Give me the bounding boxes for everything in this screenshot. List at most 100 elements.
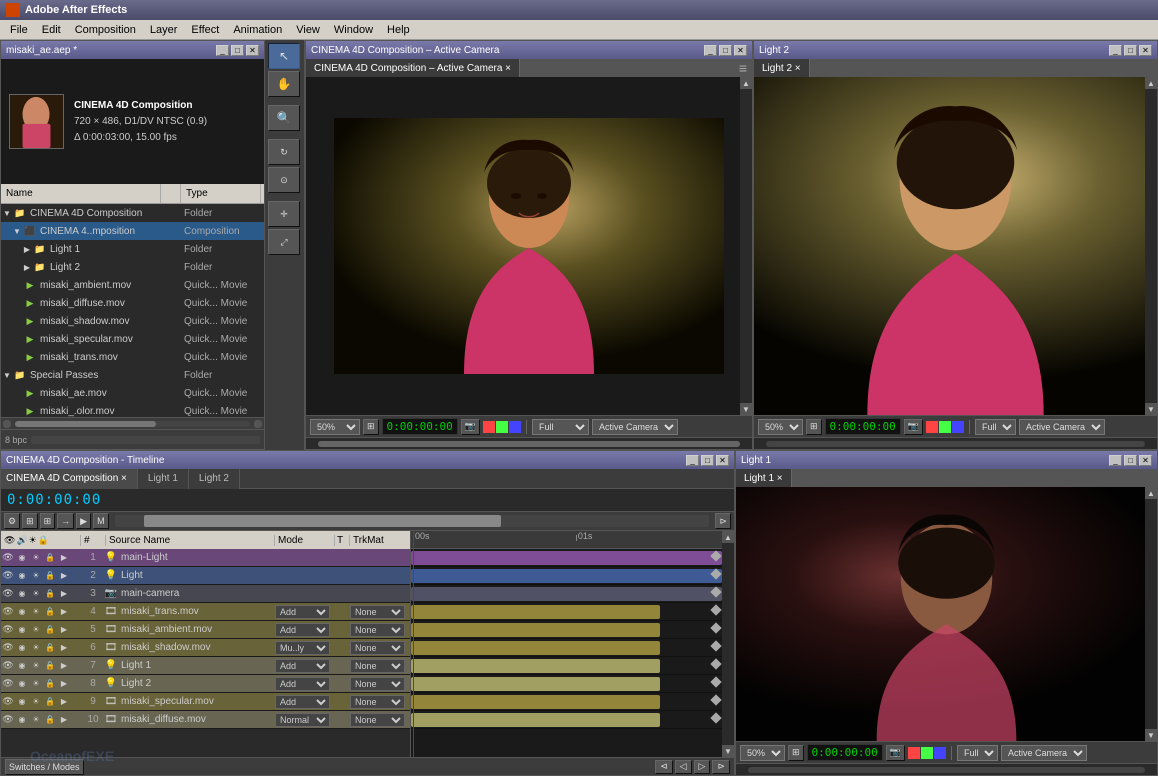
- l1-scroll-down[interactable]: ▼: [1145, 729, 1157, 741]
- layer-mode-4[interactable]: Add NormalAddMultiply: [275, 605, 335, 619]
- layer-mode-7[interactable]: Add NormalAddMultiply: [275, 659, 335, 673]
- layer-row[interactable]: 👁 ◉ ☀ 🔒 ▶ 8 💡 Light 2 Add NormalAddMulti…: [1, 675, 410, 693]
- solo-toggle-8[interactable]: ☀: [29, 677, 43, 691]
- file-item[interactable]: ▶ 📁 Light 1 Folder: [1, 240, 264, 258]
- layer-mode-8[interactable]: Add NormalAddMultiply: [275, 677, 335, 691]
- scroll-up[interactable]: ▲: [740, 77, 752, 89]
- file-item[interactable]: ▼ 📁 CINEMA 4D Composition Folder: [1, 204, 264, 222]
- track-scrollbar-v[interactable]: ▲ ▼: [722, 531, 734, 757]
- tl-tool5[interactable]: ▶: [76, 513, 91, 529]
- timeline-tab-2[interactable]: Light 2: [189, 469, 240, 489]
- collapse-3[interactable]: ▶: [57, 587, 71, 601]
- track-bar-8[interactable]: [411, 677, 660, 691]
- snap-btn[interactable]: 📷: [461, 419, 480, 435]
- solo-toggle-4[interactable]: ☀: [29, 605, 43, 619]
- l1-scroll-up[interactable]: ▲: [1145, 487, 1157, 499]
- l1-snap-btn[interactable]: 📷: [886, 745, 905, 761]
- l2-scroll-up[interactable]: ▲: [1145, 77, 1157, 89]
- vis-toggle-3[interactable]: 👁: [1, 587, 15, 601]
- tl-close[interactable]: ✕: [716, 455, 729, 466]
- timeline-scroll-indicator[interactable]: [115, 515, 710, 527]
- file-item[interactable]: ▼ 📁 Special Passes Folder: [1, 366, 264, 384]
- trkmat-select-9[interactable]: None: [350, 695, 405, 709]
- vis-toggle-7[interactable]: 👁: [1, 659, 15, 673]
- menu-effect[interactable]: Effect: [185, 21, 225, 39]
- light2-scrollbar-v[interactable]: ▲ ▼: [1145, 77, 1157, 415]
- file-item[interactable]: ▶ misaki_.olor.mov Quick... Movie: [1, 402, 264, 417]
- expand-1[interactable]: [71, 551, 83, 565]
- l2-close[interactable]: ✕: [1139, 45, 1152, 56]
- solo-toggle-5[interactable]: ☀: [29, 623, 43, 637]
- lock-toggle-10[interactable]: 🔒: [43, 713, 57, 727]
- vis-toggle-5[interactable]: 👁: [1, 623, 15, 637]
- move-tool[interactable]: ✛: [268, 201, 300, 227]
- layer-row[interactable]: 👁 ◉ ☀ 🔒 ▶ 10 🎞 misaki_diffuse.mov Normal…: [1, 711, 410, 729]
- project-file-list[interactable]: ▼ 📁 CINEMA 4D Composition Folder ▼ ⬛ CIN…: [1, 204, 264, 417]
- l2-minimize[interactable]: _: [1109, 45, 1122, 56]
- vis-toggle-4[interactable]: 👁: [1, 605, 15, 619]
- file-item[interactable]: ▶ 📁 Light 2 Folder: [1, 258, 264, 276]
- track-bar-10[interactable]: [411, 713, 660, 727]
- lock-toggle-9[interactable]: 🔒: [43, 695, 57, 709]
- audio-toggle-9[interactable]: ◉: [15, 695, 29, 709]
- lock-toggle-5[interactable]: 🔒: [43, 623, 57, 637]
- light2-inner-tab[interactable]: Light 2 ×: [754, 59, 810, 77]
- vis-toggle-10[interactable]: 👁: [1, 713, 15, 727]
- light1-scrollbar-v[interactable]: ▲ ▼: [1145, 487, 1157, 741]
- audio-toggle-2[interactable]: ◉: [15, 569, 29, 583]
- expand-7[interactable]: [71, 659, 83, 673]
- solo-toggle-6[interactable]: ☀: [29, 641, 43, 655]
- fit-btn[interactable]: ⊞: [363, 419, 379, 435]
- solo-toggle-10[interactable]: ☀: [29, 713, 43, 727]
- l2-blue-ch[interactable]: [952, 421, 964, 433]
- l1-quality-select[interactable]: Full: [957, 745, 998, 761]
- audio-toggle-8[interactable]: ◉: [15, 677, 29, 691]
- expand-6[interactable]: [71, 641, 83, 655]
- vis-toggle-1[interactable]: 👁: [1, 551, 15, 565]
- track-row[interactable]: [411, 585, 722, 603]
- comp-scrollbar-v[interactable]: ▲ ▼: [740, 77, 752, 415]
- trkmat-select-7[interactable]: None: [350, 659, 405, 673]
- vis-toggle-2[interactable]: 👁: [1, 569, 15, 583]
- lock-toggle-4[interactable]: 🔒: [43, 605, 57, 619]
- l2-scroll-down[interactable]: ▼: [1145, 403, 1157, 415]
- light1-inner-tab[interactable]: Light 1 ×: [736, 469, 792, 487]
- layer-trkmat-10[interactable]: None: [350, 713, 410, 727]
- collapse-5[interactable]: ▶: [57, 623, 71, 637]
- track-scroll-down[interactable]: ▼: [722, 745, 734, 757]
- rotate-tool[interactable]: ↻: [268, 139, 300, 165]
- play-fwd-btn[interactable]: ⊳: [712, 760, 730, 774]
- audio-toggle-3[interactable]: ◉: [15, 587, 29, 601]
- track-scroll-track[interactable]: [722, 543, 734, 745]
- file-item[interactable]: ▶ misaki_diffuse.mov Quick... Movie: [1, 294, 264, 312]
- l1-timecode[interactable]: 0:00:00:00: [807, 744, 883, 761]
- col-type[interactable]: Type: [181, 184, 261, 203]
- layer-mode-10[interactable]: Normal NormalAddMultiply: [275, 713, 335, 727]
- layer-row[interactable]: 👁 ◉ ☀ 🔒 ▶ 3 📷 main-camera: [1, 585, 410, 603]
- collapse-10[interactable]: ▶: [57, 713, 71, 727]
- layer-trkmat-6[interactable]: None: [350, 641, 410, 655]
- l1-red-ch[interactable]: [908, 747, 920, 759]
- mode-select-7[interactable]: Add NormalAddMultiply: [275, 659, 330, 673]
- mode-select-9[interactable]: Add NormalAddMultiply: [275, 695, 330, 709]
- zoom-tool[interactable]: 🔍: [268, 105, 300, 131]
- camera-select[interactable]: Active Camera: [592, 419, 678, 435]
- tl-tool4[interactable]: →: [57, 513, 74, 529]
- vis-toggle-9[interactable]: 👁: [1, 695, 15, 709]
- track-rows[interactable]: [411, 549, 722, 757]
- tl-minimize[interactable]: _: [686, 455, 699, 466]
- track-bar-9[interactable]: [411, 695, 660, 709]
- scroll-track[interactable]: [740, 89, 752, 403]
- collapse-9[interactable]: ▶: [57, 695, 71, 709]
- next-frame-btn[interactable]: ▷: [694, 760, 711, 774]
- hand-tool[interactable]: ✋: [268, 71, 300, 97]
- track-row[interactable]: [411, 639, 722, 657]
- layer-trkmat-5[interactable]: None: [350, 623, 410, 637]
- l2-snap-btn[interactable]: 📷: [904, 419, 923, 435]
- mode-select-10[interactable]: Normal NormalAddMultiply: [275, 713, 330, 727]
- audio-toggle-10[interactable]: ◉: [15, 713, 29, 727]
- mode-select-5[interactable]: Add NormalAddMultiply: [275, 623, 330, 637]
- solo-toggle-3[interactable]: ☀: [29, 587, 43, 601]
- l2-scroll-track[interactable]: [1145, 89, 1157, 403]
- l2-timecode[interactable]: 0:00:00:00: [825, 418, 901, 435]
